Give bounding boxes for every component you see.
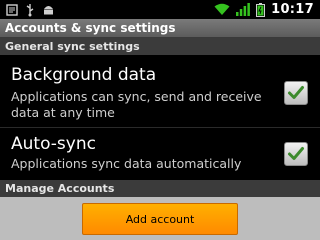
section-header-general: General sync settings — [0, 38, 320, 55]
android-debug-icon — [44, 6, 53, 15]
window-title: Accounts & sync settings — [5, 21, 176, 35]
background-data-preference[interactable]: Background data Applications can sync, s… — [0, 55, 320, 128]
auto-sync-preference[interactable]: Auto-sync Applications sync data automat… — [0, 128, 320, 180]
add-account-button[interactable]: Add account — [82, 203, 238, 235]
background-data-checkbox[interactable] — [284, 81, 308, 105]
clock: 10:17 — [271, 2, 314, 17]
background-data-summary: Applications can sync, send and receive … — [11, 89, 262, 120]
window-title-bar: Accounts & sync settings — [0, 19, 320, 38]
background-data-title: Background data — [11, 65, 157, 85]
auto-sync-summary: Applications sync data automatically — [11, 156, 242, 171]
wifi-icon — [214, 3, 230, 15]
bottom-action-bar: Add account — [0, 197, 320, 240]
section-header-manage-accounts: Manage Accounts — [0, 180, 320, 197]
checkmark-icon — [288, 147, 304, 160]
auto-sync-checkbox[interactable] — [284, 142, 308, 166]
usb-icon — [26, 3, 34, 16]
status-bar: 10:17 — [0, 0, 320, 19]
auto-sync-title: Auto-sync — [11, 134, 96, 154]
battery-icon — [256, 2, 266, 17]
signal-icon — [236, 3, 251, 16]
notification-icon — [6, 3, 18, 16]
section-header-label: General sync settings — [5, 40, 140, 53]
checkmark-icon — [288, 86, 304, 99]
section-header-label: Manage Accounts — [5, 182, 115, 195]
